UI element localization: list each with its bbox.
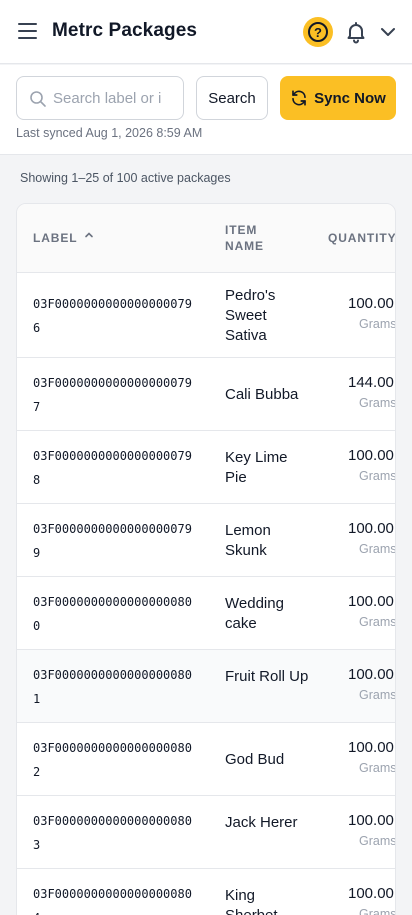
item-name: Wedding cake bbox=[225, 595, 284, 632]
quantity-unit: Grams bbox=[359, 615, 396, 629]
quantity-value: 144.00 bbox=[348, 374, 394, 391]
quantity-unit: Grams bbox=[359, 761, 396, 775]
quantity-value: 100.00 bbox=[348, 812, 394, 829]
package-label: 03F00000000000000000803 bbox=[33, 814, 192, 852]
question-circle-icon: ? bbox=[308, 22, 328, 42]
table-row[interactable]: 03F00000000000000000801 Fruit Roll Up 100.… bbox=[17, 650, 396, 723]
table-body: 03F00000000000000000796 Pedro's Sweet Sat… bbox=[17, 273, 396, 915]
results-count: Showing 1–25 of 100 active packages bbox=[20, 171, 231, 185]
quantity-value: 100.00 bbox=[348, 666, 394, 683]
item-name: Cali Bubba bbox=[225, 386, 299, 403]
table-row[interactable]: 03F00000000000000000800 Wedding cake 100.0… bbox=[17, 577, 396, 650]
package-label: 03F00000000000000000796 bbox=[33, 297, 192, 335]
column-header-quantity[interactable]: QUANTITY bbox=[328, 230, 395, 246]
search-field[interactable] bbox=[16, 76, 184, 120]
quantity-unit: Grams bbox=[359, 834, 396, 848]
package-label: 03F00000000000000000802 bbox=[33, 741, 192, 779]
package-label: 03F00000000000000000801 bbox=[33, 668, 192, 706]
quantity-value: 100.00 bbox=[348, 739, 394, 756]
quantity-value: 100.00 bbox=[348, 295, 394, 312]
quantity-unit: Grams bbox=[359, 469, 396, 483]
item-name: God Bud bbox=[225, 751, 285, 768]
packages-table: LABEL ITEM NAME QUANTITY 03F000000000000… bbox=[16, 203, 396, 915]
item-name: King Sherbet bbox=[225, 887, 278, 915]
column-header-label[interactable]: LABEL bbox=[33, 230, 94, 246]
table-row[interactable]: 03F00000000000000000797 Cali Bubba 144.00 G… bbox=[17, 358, 396, 431]
item-name: Key Lime Pie bbox=[225, 449, 288, 486]
quantity-value: 100.00 bbox=[348, 593, 394, 610]
package-label: 03F00000000000000000804 bbox=[33, 887, 192, 915]
last-synced-text: Last synced Aug 1, 2026 8:59 AM bbox=[16, 126, 203, 140]
table-row[interactable]: 03F00000000000000000803 Jack Herer 100.00 G… bbox=[17, 796, 396, 869]
quantity-value: 100.00 bbox=[348, 885, 394, 902]
bell-icon[interactable] bbox=[344, 20, 368, 44]
quantity-unit: Grams bbox=[359, 907, 396, 915]
quantity-unit: Grams bbox=[359, 688, 396, 702]
search-controls: Search Sync Now Last synced Aug 1, 2026 … bbox=[0, 65, 412, 155]
item-name: Pedro's Sweet Sativa bbox=[225, 287, 276, 344]
item-name: Jack Herer bbox=[225, 814, 298, 831]
hamburger-menu-icon[interactable] bbox=[18, 22, 38, 40]
quantity-value: 100.00 bbox=[348, 520, 394, 537]
search-button[interactable]: Search bbox=[196, 76, 268, 120]
help-button[interactable]: ? bbox=[303, 17, 333, 47]
item-name: Lemon Skunk bbox=[225, 522, 271, 559]
sync-now-button[interactable]: Sync Now bbox=[280, 76, 396, 120]
table-row[interactable]: 03F00000000000000000796 Pedro's Sweet Sat… bbox=[17, 273, 396, 358]
item-name: Fruit Roll Up bbox=[225, 668, 309, 685]
chevron-down-icon[interactable] bbox=[378, 22, 398, 42]
table-row[interactable]: 03F00000000000000000802 God Bud 100.00 Gram… bbox=[17, 723, 396, 796]
quantity-unit: Grams bbox=[359, 542, 396, 556]
search-icon bbox=[30, 91, 46, 107]
search-input[interactable] bbox=[53, 77, 181, 119]
refresh-icon bbox=[292, 90, 306, 106]
sort-ascending-icon bbox=[84, 230, 94, 246]
top-app-bar: Metrc Packages ? bbox=[0, 0, 412, 64]
sync-now-label: Sync Now bbox=[314, 89, 386, 107]
app-title: Metrc Packages bbox=[52, 20, 198, 41]
package-label: 03F00000000000000000797 bbox=[33, 376, 192, 414]
package-label: 03F00000000000000000800 bbox=[33, 595, 192, 633]
table-header: LABEL ITEM NAME QUANTITY bbox=[17, 204, 395, 273]
package-label: 03F00000000000000000798 bbox=[33, 449, 192, 487]
package-label: 03F00000000000000000799 bbox=[33, 522, 192, 560]
quantity-unit: Grams bbox=[359, 317, 396, 331]
column-header-item-name[interactable]: ITEM NAME bbox=[225, 222, 295, 254]
table-row[interactable]: 03F00000000000000000798 Key Lime Pie 100.0… bbox=[17, 431, 396, 504]
quantity-value: 100.00 bbox=[348, 447, 394, 464]
table-row[interactable]: 03F00000000000000000799 Lemon Skunk 100.00… bbox=[17, 504, 396, 577]
quantity-unit: Grams bbox=[359, 396, 396, 410]
table-row[interactable]: 03F00000000000000000804 King Sherbet 100.0… bbox=[17, 869, 396, 915]
